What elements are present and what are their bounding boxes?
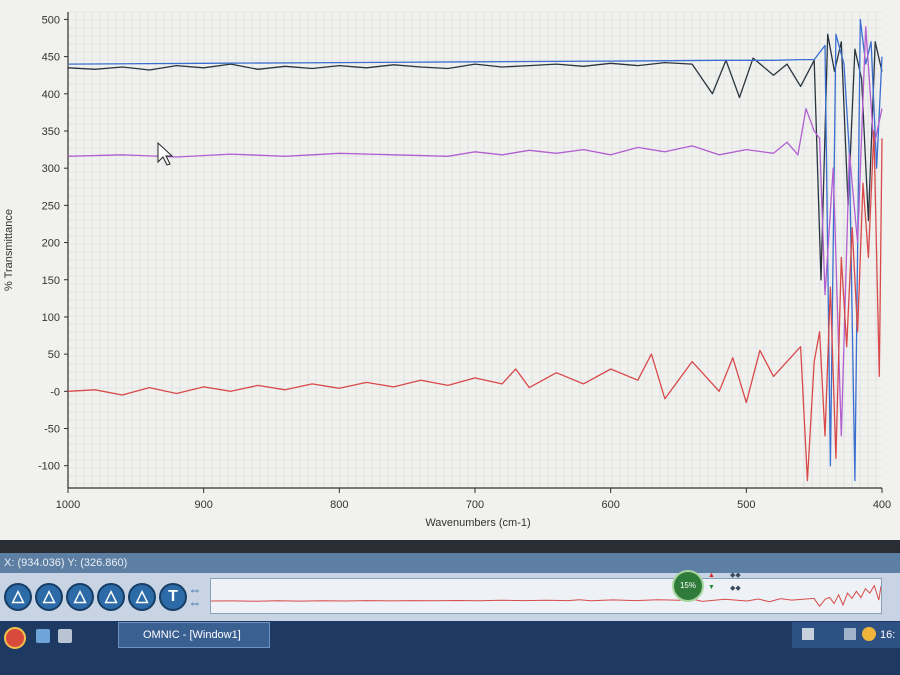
spectrum-preview-pane[interactable] [210, 578, 882, 614]
tool-4-button[interactable]: △ [97, 583, 125, 611]
preview-line [211, 584, 881, 608]
y-axis-label: % Transmittance [3, 209, 15, 291]
tool-5-button[interactable]: △ [128, 583, 156, 611]
down-arrow-icon: ▼ [708, 584, 715, 591]
zoom-arrows-icon[interactable]: ⇔ ⇔ [182, 583, 208, 611]
y-tick-label: 300 [42, 163, 60, 175]
y-tick-label: -100 [38, 461, 60, 473]
y-tick-label: 50 [48, 349, 60, 361]
cursor-coordinates: X: (934.036) Y: (326.860) [4, 557, 128, 569]
plot-background [68, 12, 882, 488]
net-speed-up-icon: ◆◆ [730, 572, 741, 579]
quick-launch-desktop-icon[interactable] [58, 629, 72, 643]
y-tick-label: 250 [42, 200, 60, 212]
y-tick-label: 500 [42, 14, 60, 26]
spectrum-chart[interactable]: 500 450 400 350 300 250 200 150 100 50 -0 -50 -100 10… [0, 0, 900, 540]
tool-3-button[interactable]: △ [66, 583, 94, 611]
y-tick-label: -50 [44, 424, 60, 436]
status-bar: X: (934.036) Y: (326.860) [0, 553, 900, 573]
tool-2-button[interactable]: △ [35, 583, 63, 611]
x-tick-label: 800 [330, 499, 348, 511]
x-axis-label: Wavenumbers (cm-1) [425, 517, 530, 529]
x-tick-label: 1000 [56, 499, 80, 511]
tray-keyboard-icon[interactable] [802, 628, 814, 640]
x-tick-label: 900 [194, 499, 212, 511]
taskbar-omnic-window[interactable]: OMNIC - [Window1] [118, 622, 270, 648]
spectrum-window[interactable]: 500 450 400 350 300 250 200 150 100 50 -0 -50 -100 10… [0, 0, 900, 540]
x-tick-label: 500 [737, 499, 755, 511]
y-tick-label: 350 [42, 126, 60, 138]
y-tick-label: 100 [42, 312, 60, 324]
tray-network-icon[interactable] [844, 628, 856, 640]
taskbar-clock: 16: [880, 629, 896, 641]
tray-security-icon[interactable] [862, 627, 876, 641]
progress-indicator: 15% [672, 570, 704, 602]
y-tick-label: 150 [42, 275, 60, 287]
y-tick-label: 200 [42, 238, 60, 250]
start-button[interactable] [4, 627, 26, 649]
preview-spectrum [211, 584, 881, 608]
up-arrow-icon: ▲ [708, 572, 715, 579]
net-speed-down-icon: ◆◆ [730, 585, 741, 592]
x-tick-label: 600 [601, 499, 619, 511]
tool-1-button[interactable]: △ [4, 583, 32, 611]
x-tick-label: 400 [873, 499, 891, 511]
x-tick-label: 700 [466, 499, 484, 511]
screen: 500 450 400 350 300 250 200 150 100 50 -0 -50 -100 10… [0, 0, 900, 675]
quick-launch-ie-icon[interactable] [36, 629, 50, 643]
y-tick-label: 400 [42, 89, 60, 101]
y-tick-label: 450 [42, 52, 60, 64]
y-tick-label: -0 [50, 386, 60, 398]
